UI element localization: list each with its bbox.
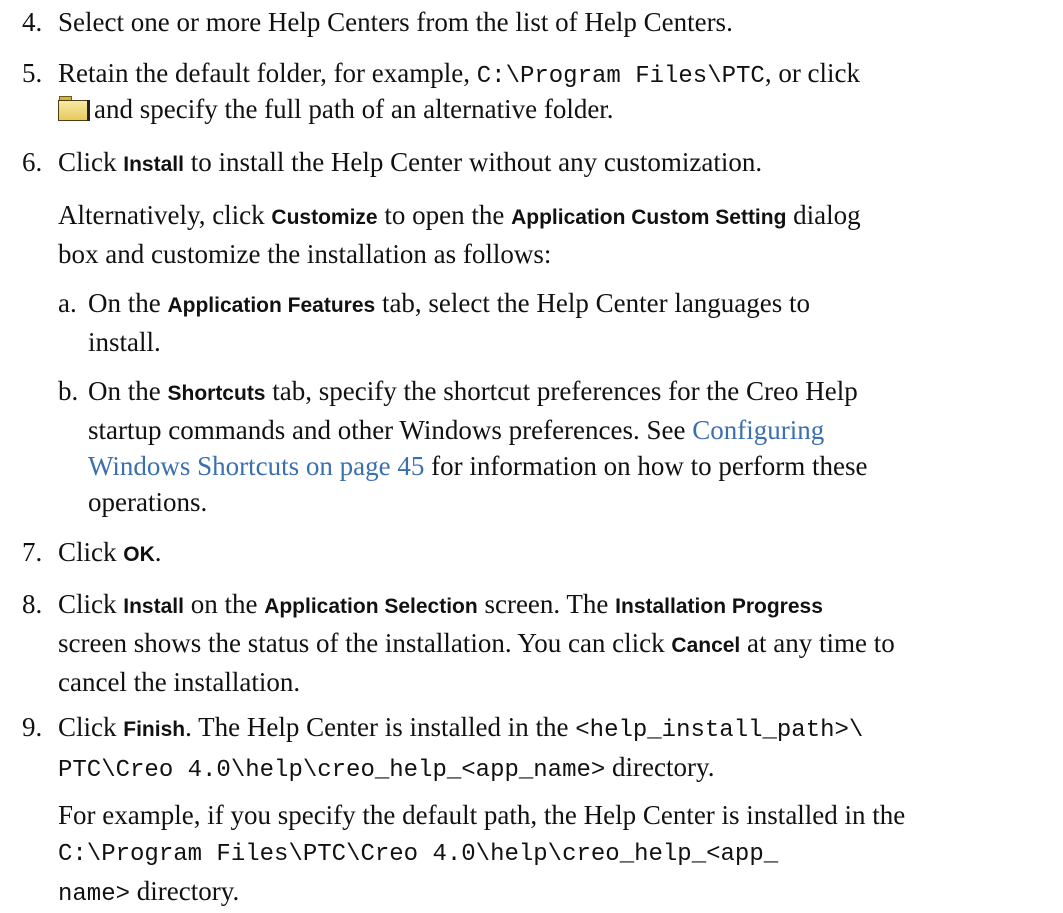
text-run: to open the [377,200,512,230]
para-line: PTC\Creo 4.0\help\creo_help_<app_name> d… [58,749,1058,789]
text-run: directory. [605,752,715,782]
para-line: On the Application Features tab, select … [88,285,1048,324]
ui-label-shortcuts: Shortcuts [167,382,266,405]
para-line: Windows Shortcuts on page 45 for informa… [88,448,1048,484]
text-run: directory. [130,876,240,906]
step-text: Click OK. [58,534,1058,573]
step-number: 5. [22,58,43,88]
step-6-alt-paragraph: Alternatively, click Customize to open t… [58,197,1058,272]
text-run: tab, select the Help Center languages to [375,288,811,318]
configuring-shortcuts-link-cont[interactable]: Windows Shortcuts on page 45 [88,451,424,481]
text-run: On the [88,288,168,318]
text-run: Click [58,712,124,742]
text-run: Retain the default folder, for example, [58,58,477,88]
ui-label-application-selection: Application Selection [264,595,478,618]
text-run: . [154,537,162,567]
text-run: for information on how to perform these [424,451,868,481]
configuring-shortcuts-link[interactable]: Configuring [692,415,824,445]
para-line: Alternatively, click Customize to open t… [58,197,1058,236]
step-text: and specify the full path of an alternat… [58,91,1058,127]
ui-label-customize: Customize [271,206,378,229]
ui-label-application-custom-setting: Application Custom Setting [511,206,787,229]
folder-icon [58,96,90,122]
text-run: Click [58,537,124,567]
para-line: Click Finish. The Help Center is install… [58,709,1058,749]
para-line: screen shows the status of the installat… [58,625,1058,664]
step-number: 9. [22,712,43,742]
step-text: Click Install to install the Help Center… [58,144,1058,183]
text-run: Click [58,589,124,619]
text-run: tab, specify the shortcut preferences fo… [265,376,858,406]
text-run: to install the Help Center without any c… [183,147,763,177]
text-run: on the [183,589,265,619]
ui-label-finish: Finish [123,718,186,741]
path-code: C:\Program Files\PTC\Creo 4.0\help\creo_… [58,841,779,868]
substep-letter: a. [58,288,77,318]
substep-letter: b. [58,376,79,406]
ui-label-ok: OK [123,543,155,566]
text-run: startup commands and other Windows prefe… [88,415,693,445]
path-code: <help_install_path>\ [575,717,864,744]
ui-label-cancel: Cancel [671,634,741,657]
text-run: screen. The [477,589,616,619]
ui-label-install: Install [123,153,184,176]
substep-text: On the Shortcuts tab, specify the shortc… [88,373,1048,520]
step-number: 4. [22,7,43,37]
text-run: and specify the full path of an alternat… [94,94,614,124]
step-number: 8. [22,589,43,619]
ui-label-application-features: Application Features [167,294,376,317]
text-run: Alternatively, click [58,200,272,230]
para-line: box and customize the installation as fo… [58,239,552,269]
path-code: C:\Program Files\PTC [476,63,765,90]
step-number: 7. [22,537,43,567]
text-run: On the [88,376,168,406]
para-line: For example, if you specify the default … [58,800,906,830]
text-run: screen shows the status of the installat… [58,628,672,658]
path-code: name> [58,881,131,908]
document-page: 4. Select one or more Help Centers from … [0,0,1063,909]
substep-text: On the Application Features tab, select … [88,285,1048,360]
para-line: name> directory. [58,873,1058,913]
para-line: operations. [88,487,208,517]
step-text: Select one or more Help Centers from the… [58,7,733,37]
path-code: PTC\Creo 4.0\help\creo_help_<app_name> [58,757,606,784]
text-run: , or click [764,58,861,88]
step-number: 6. [22,147,43,177]
text-run: at any time to [740,628,895,658]
text-run: . The Help Center is installed in the [185,712,576,742]
para-line: startup commands and other Windows prefe… [88,412,1048,448]
step-text: Click Install on the Application Selecti… [58,586,1058,700]
para-line: Click Install on the Application Selecti… [58,586,1058,625]
para-line: C:\Program Files\PTC\Creo 4.0\help\creo_… [58,833,1058,873]
step-text: Click Finish. The Help Center is install… [58,709,1058,789]
step-text: Retain the default folder, for example, … [58,55,1058,95]
text-run: dialog [786,200,861,230]
step-9-example-paragraph: For example, if you specify the default … [58,797,1058,913]
text-run: Click [58,147,124,177]
para-line: On the Shortcuts tab, specify the shortc… [88,373,1048,412]
ui-label-installation-progress: Installation Progress [615,595,823,618]
para-line: cancel the installation. [58,667,301,697]
ui-label-install: Install [123,595,184,618]
para-line: install. [88,327,161,357]
